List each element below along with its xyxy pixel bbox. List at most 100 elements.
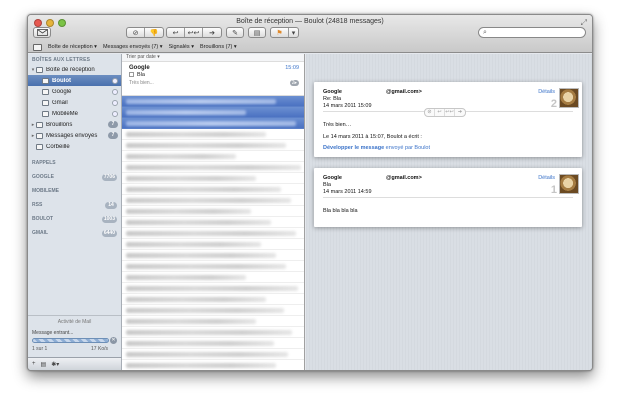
sidebar-group-mobileme[interactable]: MOBILEME: [28, 184, 121, 198]
delete-button[interactable]: ⊘: [127, 28, 145, 37]
fav-flagged[interactable]: Signalés ▾: [169, 44, 194, 50]
message-list-item[interactable]: [122, 228, 304, 239]
sidebar-item-google[interactable]: Google: [28, 86, 121, 97]
sidebar-group-boulot[interactable]: BOULOT 1003: [28, 212, 121, 226]
thread-count-badge[interactable]: 2▸: [289, 80, 299, 86]
mail-activity-panel: Activité de Mail Message entrant... ✕ 1 …: [28, 315, 121, 359]
message-list-item[interactable]: [122, 327, 304, 338]
junk-button[interactable]: 👎: [145, 28, 163, 37]
message-list-item[interactable]: [122, 250, 304, 261]
sidebar-item-drafts[interactable]: ▸ Brouillons 7: [28, 119, 121, 130]
message-list-item[interactable]: [122, 195, 304, 206]
message-list-item[interactable]: [122, 360, 304, 370]
blurred-text: [126, 154, 236, 159]
reply-all-icon[interactable]: ↩↩: [445, 109, 455, 116]
sidebar-group-gmail[interactable]: GMAIL 6440: [28, 226, 121, 240]
message-sender: Google: [323, 175, 342, 181]
get-mail-button[interactable]: [33, 27, 51, 38]
message-list: Trier par date ▾ Google 15:09 Bla Très b…: [122, 54, 305, 370]
inline-actions: ⊘ ↩ ↩↩ ➔: [424, 108, 466, 117]
message-list-item[interactable]: [122, 239, 304, 250]
message-list-item[interactable]: [122, 162, 304, 173]
forward-icon[interactable]: ➔: [455, 109, 465, 116]
compose-button[interactable]: ✎: [226, 27, 244, 38]
search-icon: ⌕: [483, 28, 487, 36]
message-card[interactable]: Google @gmail.com> Re: Bla 14 mars 2011 …: [314, 82, 582, 157]
blurred-text: [126, 286, 298, 291]
show-mailbox-button[interactable]: ▤: [41, 361, 47, 368]
forward-button[interactable]: ➔: [203, 28, 221, 37]
blurred-text: [126, 143, 286, 148]
message-subject: Re: Bla: [323, 96, 342, 102]
sync-status-icon: [112, 77, 118, 84]
sort-menu[interactable]: Trier par date ▾: [122, 54, 304, 62]
sidebar-group-rss[interactable]: RSS 14: [28, 198, 121, 212]
details-link[interactable]: Détails: [538, 89, 555, 95]
search-input[interactable]: [488, 29, 579, 36]
message-list-item[interactable]: [122, 283, 304, 294]
message-list-item[interactable]: Google 15:09 Bla Très bien... 2▸: [122, 62, 304, 96]
favorites-bar: Boîte de réception ▾ Messages envoyés (7…: [28, 41, 592, 53]
reply-icon[interactable]: ↩: [435, 109, 445, 116]
sidebar-group-reminders[interactable]: RAPPELS: [28, 156, 121, 170]
add-mailbox-button[interactable]: +: [32, 361, 36, 367]
sidebar-group-google[interactable]: GOOGLE 7706: [28, 170, 121, 184]
sidebar-item-boulot[interactable]: Boulot: [28, 75, 121, 86]
sender-avatar: [559, 174, 579, 194]
blurred-text: [126, 209, 251, 214]
search-field[interactable]: ⌕: [478, 27, 586, 38]
reply-all-button[interactable]: ↩↩: [185, 28, 203, 37]
message-list-item[interactable]: [122, 338, 304, 349]
sidebar-item-trash[interactable]: Corbeille: [28, 141, 121, 152]
show-mailboxes-button[interactable]: [33, 43, 42, 51]
sidebar-item-mobileme[interactable]: MobileMe: [28, 108, 121, 119]
message-list-item[interactable]: [122, 206, 304, 217]
message-list-item[interactable]: [122, 349, 304, 360]
message-list-item[interactable]: [122, 129, 304, 140]
flag-button[interactable]: ⚑: [271, 28, 289, 37]
message-list-item[interactable]: [122, 151, 304, 162]
message-subject: Bla: [137, 72, 145, 78]
group-label: MOBILEME: [32, 188, 59, 194]
message-list-item[interactable]: [122, 272, 304, 283]
title-toolbar: Boîte de réception — Boulot (24818 messa…: [28, 15, 592, 53]
note-button[interactable]: ▤: [248, 27, 266, 38]
delete-icon[interactable]: ⊘: [425, 109, 435, 116]
details-link[interactable]: Détails: [538, 175, 555, 181]
sidebar-item-gmail[interactable]: Gmail: [28, 97, 121, 108]
expand-message-link[interactable]: Développer le message: [323, 145, 384, 151]
blurred-text: [126, 253, 276, 258]
blurred-text: [126, 242, 261, 247]
activity-message: Message entrant...: [32, 330, 74, 336]
sidebar-item-label: Boulot: [52, 77, 71, 84]
message-list-item[interactable]: [122, 173, 304, 184]
fav-sent[interactable]: Messages envoyés (7) ▾: [103, 44, 163, 50]
sidebar-item-label: Brouillons: [46, 121, 73, 128]
reply-button[interactable]: ↩: [167, 28, 185, 37]
message-list-item[interactable]: [122, 96, 304, 107]
expand-suffix: envoyé par Boulot: [384, 145, 431, 151]
fav-inbox[interactable]: Boîte de réception ▾: [48, 44, 97, 50]
message-list-item[interactable]: [122, 316, 304, 327]
message-body: Bla bla bla bla: [323, 208, 358, 214]
message-list-item[interactable]: [122, 261, 304, 272]
message-list-item[interactable]: [122, 118, 304, 129]
sidebar-item-label: Boîte de réception: [46, 66, 95, 73]
message-subject: Bla: [323, 182, 331, 188]
message-list-item[interactable]: [122, 184, 304, 195]
message-list-item[interactable]: [122, 294, 304, 305]
flag-menu-button[interactable]: ▾: [289, 28, 298, 37]
message-card[interactable]: Google @gmail.com> Bla 14 mars 2011 14:5…: [314, 168, 582, 227]
action-menu-button[interactable]: ✱▾: [51, 361, 59, 368]
message-list-item[interactable]: [122, 217, 304, 228]
message-list-item[interactable]: [122, 140, 304, 151]
message-list-item[interactable]: [122, 305, 304, 316]
message-index: 2: [550, 98, 557, 110]
sidebar-item-inbox[interactable]: ▾ Boîte de réception: [28, 64, 121, 75]
sidebar-item-sent[interactable]: ▸ Messages envoyés 7: [28, 130, 121, 141]
message-date: 14 mars 2011 15:09: [323, 103, 372, 109]
header-divider: [323, 197, 573, 198]
fav-drafts[interactable]: Brouillons (7) ▾: [200, 44, 237, 50]
message-list-item[interactable]: [122, 107, 304, 118]
stop-icon[interactable]: ✕: [110, 337, 117, 344]
